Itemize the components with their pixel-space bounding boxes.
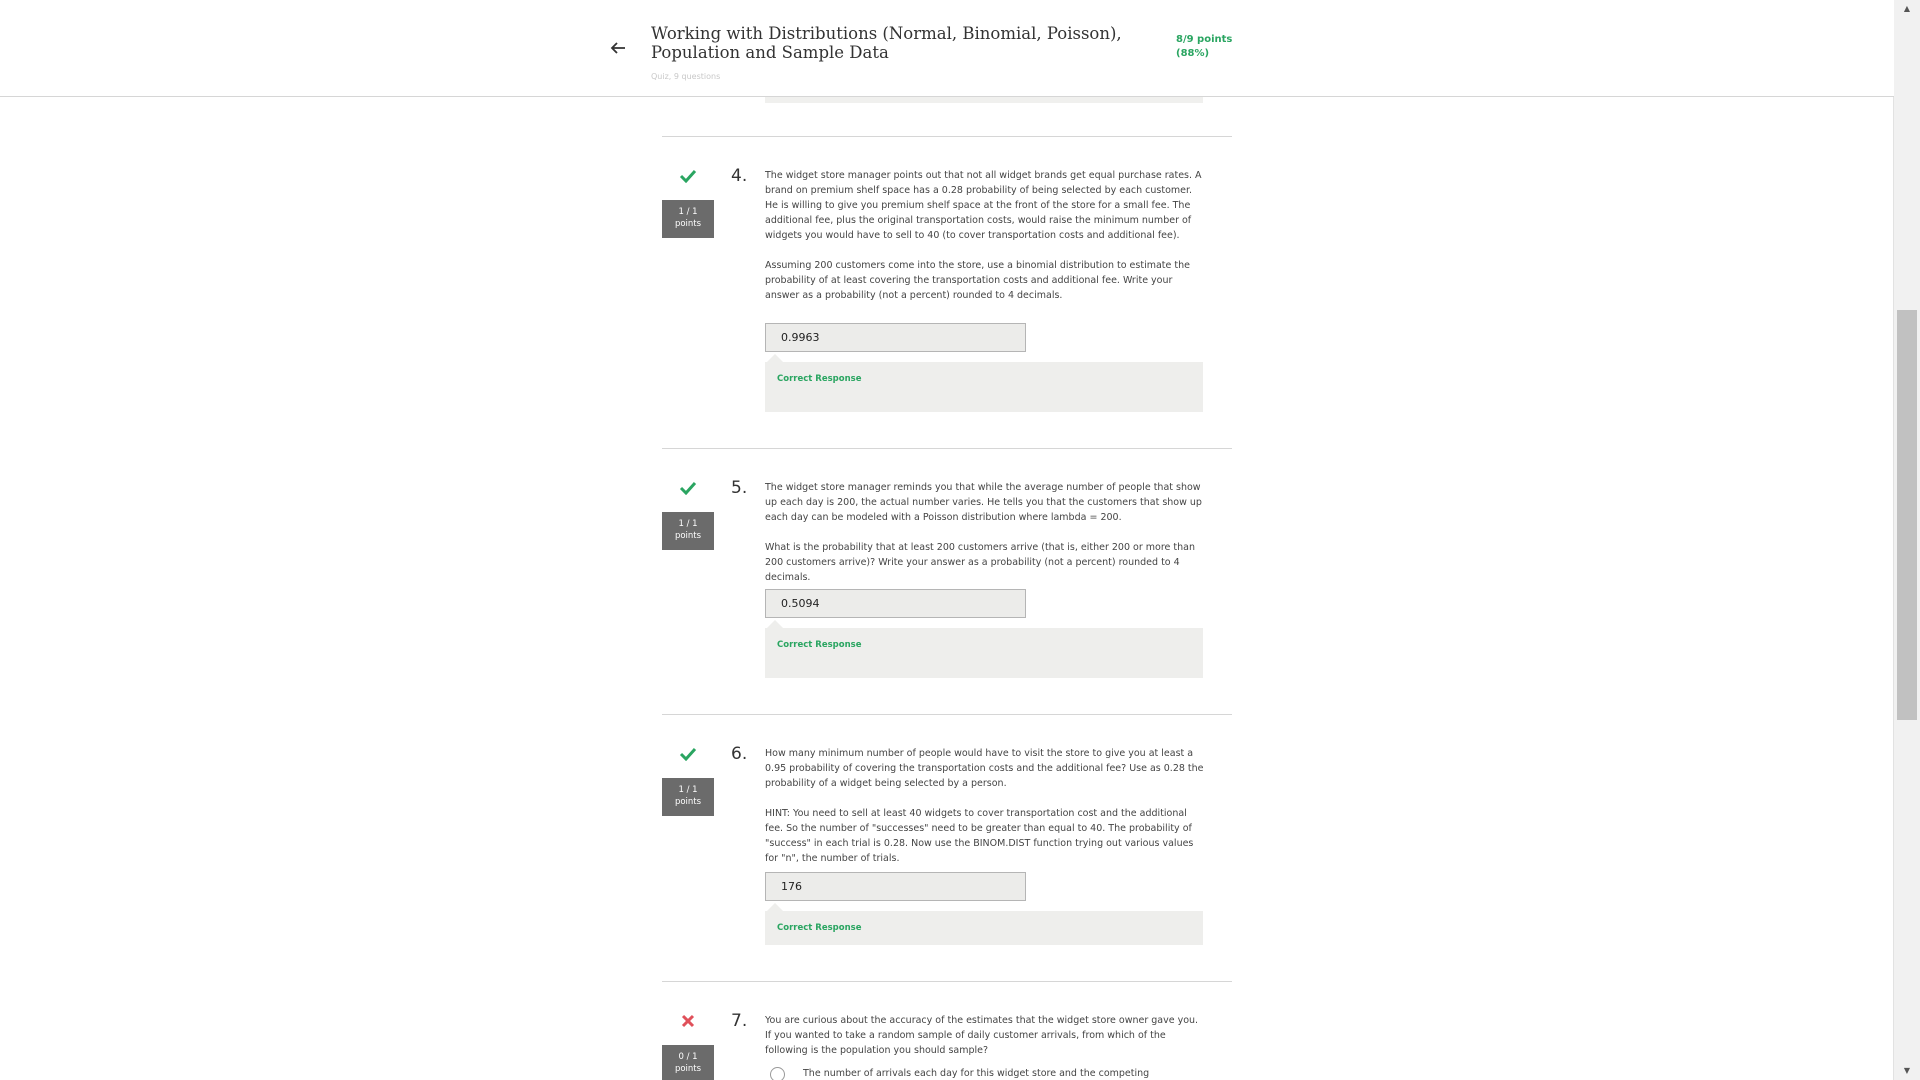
back-button[interactable]	[604, 34, 632, 62]
page-scrollbar[interactable]: ▲ ▼	[1893, 0, 1920, 1080]
feedback-box: Correct Response	[765, 903, 1203, 945]
feedback-label: Correct Response	[777, 640, 862, 650]
score-percent: (88%)	[1176, 48, 1210, 59]
page-title: Working with Distributions (Normal, Bino…	[651, 24, 1122, 62]
score-points: 8/9 points	[1176, 34, 1233, 45]
question-text: How many minimum number of people would …	[765, 746, 1205, 881]
question-divider	[662, 714, 1232, 715]
feedback-label: Correct Response	[777, 374, 862, 384]
check-icon	[678, 166, 698, 186]
check-icon	[678, 478, 698, 498]
scroll-down-icon[interactable]: ▼	[1894, 1062, 1920, 1080]
feedback-box: Correct Response	[765, 620, 1203, 678]
question-divider	[662, 981, 1232, 982]
feedback-caret	[767, 620, 783, 628]
answer-field[interactable]: 176	[765, 872, 1026, 901]
points-label: points	[674, 797, 702, 807]
points-value: 0 / 1	[678, 1052, 698, 1062]
question-divider	[662, 136, 1232, 137]
cross-icon	[678, 1011, 698, 1031]
points-value: 1 / 1	[678, 519, 698, 529]
question-text: The widget store manager points out that…	[765, 168, 1205, 318]
points-label: points	[674, 1064, 702, 1074]
previous-feedback-remnant	[765, 97, 1203, 103]
question-paragraph: Assuming 200 customers come into the sto…	[765, 260, 1190, 301]
question-paragraph: The widget store manager points out that…	[765, 170, 1202, 241]
question-text: You are curious about the accuracy of th…	[765, 1013, 1205, 1073]
points-badge: 1 / 1 points	[662, 200, 714, 238]
question-number: 4.	[731, 166, 748, 186]
question-paragraph: HINT: You need to sell at least 40 widge…	[765, 808, 1194, 864]
points-label: points	[674, 531, 702, 541]
score-summary: 8/9 points (88%)	[1176, 33, 1266, 61]
quiz-content: 1 / 1 points 4. The widget store manager…	[662, 97, 1232, 1080]
answer-field[interactable]: 0.9963	[765, 323, 1026, 352]
question-number: 7.	[731, 1011, 748, 1031]
answer-field[interactable]: 0.5094	[765, 589, 1026, 618]
points-badge: 0 / 1 points	[662, 1045, 714, 1080]
question-divider	[662, 448, 1232, 449]
feedback-label: Correct Response	[777, 923, 862, 933]
scroll-up-icon[interactable]: ▲	[1894, 0, 1920, 18]
feedback-caret	[767, 903, 783, 911]
question-number: 5.	[731, 478, 748, 498]
arrow-left-icon	[610, 42, 625, 54]
points-value: 1 / 1	[678, 785, 698, 795]
points-label: points	[674, 219, 702, 229]
answer-option-label[interactable]: The number of arrivals each day for this…	[803, 1068, 1149, 1079]
feedback-caret	[767, 354, 783, 362]
points-value: 1 / 1	[678, 207, 698, 217]
question-paragraph: What is the probability that at least 20…	[765, 542, 1195, 583]
question-text: The widget store manager reminds you tha…	[765, 480, 1205, 600]
question-paragraph: You are curious about the accuracy of th…	[765, 1015, 1199, 1056]
quiz-subtitle: Quiz, 9 questions	[651, 72, 721, 81]
check-icon	[678, 744, 698, 764]
points-badge: 1 / 1 points	[662, 512, 714, 550]
question-paragraph: The widget store manager reminds you tha…	[765, 482, 1202, 523]
answer-option-radio[interactable]	[770, 1067, 785, 1080]
question-paragraph: How many minimum number of people would …	[765, 748, 1204, 789]
points-badge: 1 / 1 points	[662, 778, 714, 816]
quiz-header: Working with Distributions (Normal, Bino…	[0, 0, 1894, 97]
feedback-box: Correct Response	[765, 354, 1203, 412]
question-number: 6.	[731, 744, 748, 764]
scrollbar-thumb[interactable]	[1897, 310, 1917, 720]
